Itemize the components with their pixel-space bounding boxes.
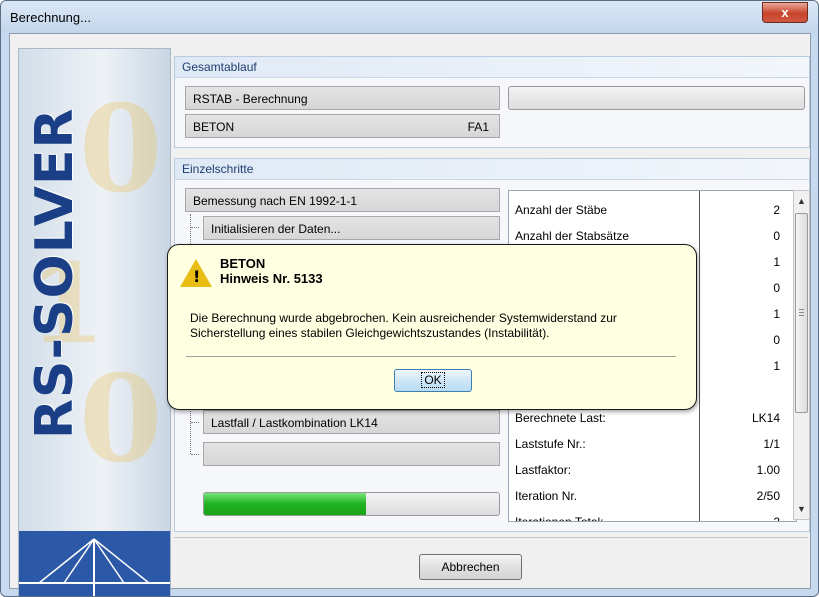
overall-case-name: FA1 [467, 120, 489, 134]
bridge-logo [19, 531, 170, 596]
product-banner: 0 1 0 RS-SOLVER [18, 48, 171, 596]
step-progress-fill [204, 493, 367, 515]
steps-group-header: Einzelschritte [175, 159, 809, 180]
window-title: Berechnung... [10, 10, 91, 25]
scroll-down-icon[interactable]: ▼ [794, 501, 809, 517]
warning-separator [186, 356, 676, 357]
info-row-value: 2 [773, 203, 780, 217]
info-list-scrollbar[interactable]: ▲ ▼ [793, 190, 810, 520]
info-row: Iterationen Total: 2 [509, 509, 796, 522]
cancel-button[interactable]: Abbrechen [419, 554, 522, 580]
overall-module-name: BETON [193, 120, 235, 134]
step-progress-bar [203, 492, 500, 516]
product-name: RS-SOLVER [25, 107, 85, 439]
scroll-up-icon[interactable]: ▲ [794, 193, 809, 209]
info-row-label: Iteration Nr. [515, 489, 578, 503]
warning-title: BETON [220, 256, 266, 271]
info-row-value: 0 [773, 281, 780, 295]
info-row-value: 1/1 [763, 437, 780, 451]
scroll-thumb[interactable] [795, 213, 808, 413]
info-row-label: Anzahl der Stäbe [515, 203, 608, 217]
info-row: Lastfaktor: 1.00 [509, 457, 796, 483]
info-row-label: Lastfaktor: [515, 463, 572, 477]
info-row: Anzahl der Stäbe 2 [509, 197, 796, 223]
info-row-value: 0 [773, 333, 780, 347]
banner-decoration: 0 [79, 349, 163, 490]
title-bar: Berechnung... x [1, 1, 818, 33]
warning-message: Die Berechnung wurde abgebrochen. Kein a… [190, 311, 617, 340]
warning-subtitle: Hinweis Nr. 5133 [220, 271, 323, 286]
warning-icon-mark: ! [193, 267, 201, 286]
info-row-value: 1 [773, 307, 780, 321]
step-design-code: Bemessung nach EN 1992-1-1 [185, 188, 500, 212]
info-row-label: Laststufe Nr.: [515, 437, 586, 451]
step-loadcase: Lastfall / Lastkombination LK14 [203, 410, 500, 434]
tree-connector [191, 227, 199, 228]
info-row-value: LK14 [751, 411, 780, 425]
info-row: Iteration Nr. 2/50 [509, 483, 796, 509]
tree-connector [191, 422, 199, 423]
banner-decoration: 0 [79, 79, 163, 220]
info-row-label: Iterationen Total: [515, 515, 604, 522]
info-row-value: 1 [773, 255, 780, 269]
info-row-value: 2/50 [756, 489, 780, 503]
step-empty [203, 442, 500, 466]
info-row-value: 1.00 [756, 463, 780, 477]
bridge-icon [19, 538, 170, 596]
overall-group-header: Gesamtablauf [175, 57, 809, 78]
overall-progress-bar [508, 86, 805, 110]
info-row-value: 1 [773, 359, 780, 373]
overall-module-label: BETON FA1 [185, 114, 500, 138]
ok-button-label: OK [421, 372, 445, 388]
info-row-value: 0 [773, 229, 780, 243]
close-button[interactable]: x [762, 2, 808, 23]
step-init-data: Initialisieren der Daten... [203, 216, 500, 240]
ok-button[interactable]: OK [394, 369, 472, 392]
tree-connector [191, 454, 199, 455]
info-row-value: 2 [773, 515, 780, 522]
overall-program-label: RSTAB - Berechnung [185, 86, 500, 110]
info-row: Laststufe Nr.: 1/1 [509, 431, 796, 457]
warning-balloon: ! BETON Hinweis Nr. 5133 Die Berechnung … [167, 244, 697, 410]
calculation-window: Berechnung... x 0 1 0 RS-SOLVER Gesamtab… [0, 0, 819, 597]
footer-divider [174, 537, 808, 538]
